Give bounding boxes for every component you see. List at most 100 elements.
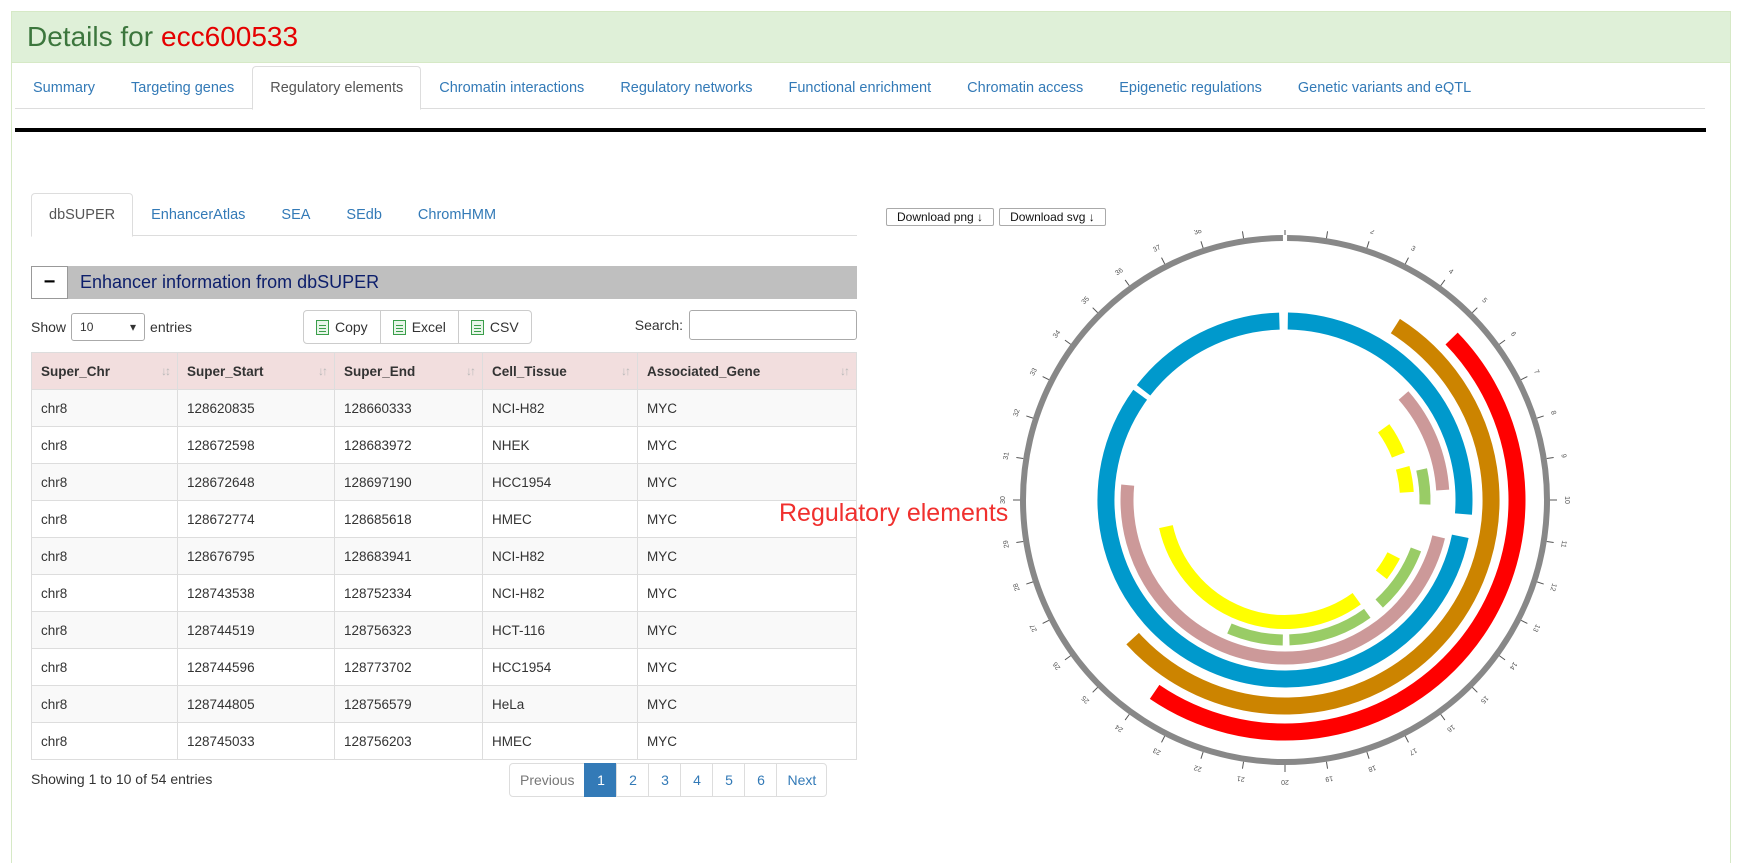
tick-label: 20 [1281, 778, 1289, 785]
tick-mark [1092, 687, 1098, 693]
export-buttons: Copy Excel CSV [303, 310, 532, 344]
tick-label: 19 [1325, 774, 1334, 782]
tab-chromatin-interactions[interactable]: Chromatin interactions [421, 66, 602, 109]
tab-genetic-variants-eqtl[interactable]: Genetic variants and eQTL [1280, 66, 1489, 109]
csv-button[interactable]: CSV [457, 310, 532, 344]
column-header-super-start[interactable]: Super_Start ↓↑ [177, 352, 335, 390]
tick-label: 24 [1114, 723, 1125, 733]
excel-button[interactable]: Excel [379, 310, 459, 344]
table-info: Showing 1 to 10 of 54 entries [31, 771, 213, 787]
tick-mark [1124, 714, 1130, 721]
tick-mark [1472, 687, 1478, 693]
search-control: Search: [635, 310, 857, 340]
tick-label: 25 [1081, 694, 1092, 705]
track-yellow [1395, 465, 1414, 493]
track-green [1227, 623, 1284, 646]
tick-label: 15 [1479, 694, 1490, 705]
tick-mark [1325, 761, 1329, 769]
tick-label: 13 [1531, 623, 1541, 633]
table-row: chr8 128744596 128773702 HCC1954 MYC [31, 648, 857, 686]
track-blue [1136, 312, 1280, 396]
sort-icon: ↓↑ [621, 364, 631, 378]
column-header-associated-gene[interactable]: Associated_Gene ↓↑ [637, 352, 857, 390]
tick-label: 14 [1508, 660, 1518, 671]
page-button-4[interactable]: 4 [680, 763, 714, 797]
previous-page-button[interactable]: Previous [509, 763, 586, 797]
excel-icon [392, 319, 406, 335]
tick-label: 8 [1549, 410, 1557, 416]
page-button-2[interactable]: 2 [616, 763, 650, 797]
page-button-5[interactable]: 5 [712, 763, 746, 797]
tab-epigenetic-regulations[interactable]: Epigenetic regulations [1101, 66, 1280, 109]
sort-icon: ↓↑ [466, 364, 476, 378]
tab-chromatin-access[interactable]: Chromatin access [949, 66, 1101, 109]
table-row: chr8 128743538 128752334 NCI-H82 MYC [31, 574, 857, 612]
tab-functional-enrichment[interactable]: Functional enrichment [770, 66, 949, 109]
tick-mark [1200, 241, 1204, 249]
tick-label: 18 [1367, 763, 1377, 772]
tick-label: 9 [1559, 453, 1567, 458]
excel-label: Excel [411, 319, 446, 335]
tick-label: 5 [1480, 297, 1488, 305]
page-button-6[interactable]: 6 [744, 763, 778, 797]
collapse-button[interactable]: − [31, 266, 68, 299]
tick-label: 4 [1447, 268, 1454, 276]
table-row: chr8 128620835 128660333 NCI-H82 MYC [31, 389, 857, 427]
tick-mark [1200, 751, 1204, 759]
tab-chromhmm[interactable]: ChromHMM [400, 193, 514, 236]
tick-label: 11 [1559, 540, 1567, 548]
tab-dbsuper[interactable]: dbSUPER [31, 193, 134, 237]
next-page-button[interactable]: Next [776, 763, 828, 797]
tick-mark [1016, 540, 1024, 544]
column-header-super-end[interactable]: Super_End ↓↑ [334, 352, 483, 390]
tick-mark [1241, 231, 1245, 239]
tick-mark [1520, 376, 1528, 381]
page-button-1[interactable]: 1 [584, 763, 618, 797]
tick-label: 10 [1563, 496, 1570, 504]
tab-summary[interactable]: Summary [15, 66, 113, 109]
table-row: chr8 128745033 128756203 HMEC MYC [31, 722, 857, 760]
tick-label: 32 [1013, 408, 1022, 418]
sort-icon: ↓↑ [840, 364, 850, 378]
tick-mark [1026, 415, 1034, 419]
search-label: Search: [634, 317, 683, 333]
tick-label: 7 [1532, 369, 1540, 376]
tick-label: 16 [1445, 723, 1456, 733]
tick-mark [1499, 339, 1506, 345]
tick-label: 34 [1052, 329, 1062, 340]
ecc-id: ecc600533 [161, 21, 299, 52]
table-header-row: Super_Chr ↓↕ Super_Start ↓↑ Super_End ↓↑ Ce… [31, 352, 857, 390]
tab-targeting-genes[interactable]: Targeting genes [113, 66, 252, 109]
download-svg-button[interactable]: Download svg ↓ [999, 208, 1106, 226]
enhancer-table: Super_Chr ↓↕ Super_Start ↓↑ Super_End ↓↑ Ce… [31, 352, 857, 760]
tab-regulatory-elements[interactable]: Regulatory elements [252, 66, 422, 110]
page-length-select[interactable]: 10 ▾ [71, 313, 146, 341]
column-header-cell-tissue[interactable]: Cell_Tissue ↓↑ [482, 352, 638, 390]
sort-icon: ↓↕ [161, 364, 171, 378]
tick-mark [1042, 376, 1050, 381]
tick-mark [1404, 257, 1409, 265]
tick-mark [1042, 619, 1050, 624]
track-yellow [1377, 424, 1405, 458]
tick-mark [1546, 456, 1554, 460]
tick-label: 38 [1193, 230, 1203, 237]
sort-icon: ↓↑ [318, 364, 328, 378]
column-header-super-chr[interactable]: Super_Chr ↓↕ [31, 352, 178, 390]
tick-mark [1241, 761, 1245, 769]
download-png-button[interactable]: Download png ↓ [886, 208, 995, 226]
tab-sedb[interactable]: SEdb [328, 193, 399, 236]
tab-sea[interactable]: SEA [263, 193, 328, 236]
tick-mark [1161, 257, 1166, 265]
table-row: chr8 128676795 128683941 NCI-H82 MYC [31, 537, 857, 575]
main-tabs: Summary Targeting genes Regulatory eleme… [15, 66, 1705, 110]
tick-mark [1440, 714, 1446, 721]
table-row: chr8 128672648 128697190 HCC1954 MYC [31, 463, 857, 501]
page-button-3[interactable]: 3 [648, 763, 682, 797]
tab-enhanceratlas[interactable]: EnhancerAtlas [133, 193, 263, 236]
tick-mark [1064, 339, 1071, 345]
copy-button[interactable]: Copy [303, 310, 381, 344]
search-input[interactable] [689, 310, 857, 340]
tab-regulatory-networks[interactable]: Regulatory networks [602, 66, 770, 109]
tick-mark [1366, 751, 1370, 759]
tick-label: 26 [1052, 660, 1062, 671]
